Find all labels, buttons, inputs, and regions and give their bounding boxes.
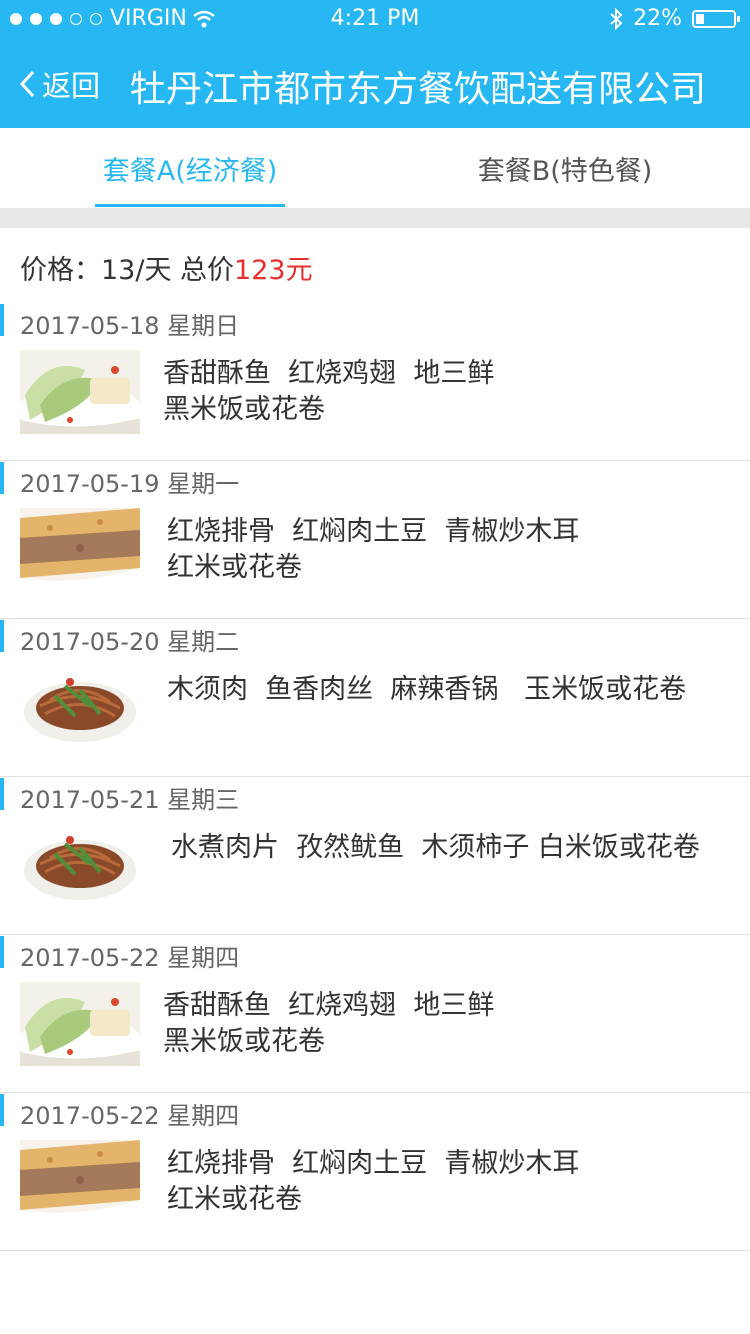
dish-image <box>20 1140 140 1224</box>
price-summary: 价格：13/天 总价123元 <box>20 248 313 287</box>
dish-list: 水煮肉片 孜然鱿鱼 木须柿子 白米饭或花卷 <box>171 830 700 866</box>
dish-line: 红米或花卷 <box>167 552 302 583</box>
date-marker <box>0 304 4 336</box>
dish-image <box>20 982 140 1066</box>
dish-list: 香甜酥鱼 红烧鸡翅 地三鲜 黑米饭或花卷 <box>163 356 494 428</box>
battery-percent: 22% <box>633 6 682 31</box>
total-price: 123元 <box>234 255 313 286</box>
menu-date: 2017-05-18 星期日 <box>20 312 240 340</box>
dish-line: 香甜酥鱼 红烧鸡翅 地三鲜 <box>163 990 495 1021</box>
dish-line: 黑米饭或花卷 <box>163 1026 325 1057</box>
status-right: 22% <box>609 6 740 31</box>
menu-day-item[interactable]: 2017-05-21 星期三 水煮肉片 孜然鱿鱼 木须柿子 白米饭或花卷 <box>0 776 750 935</box>
status-bar: VIRGIN 4:21 PM 22% <box>0 0 750 40</box>
date-marker <box>0 1094 4 1126</box>
dish-list: 红烧排骨 红焖肉土豆 青椒炒木耳 红米或花卷 <box>167 514 579 586</box>
date-marker <box>0 778 4 810</box>
dish-line: 红米或花卷 <box>167 1184 302 1215</box>
menu-day-item[interactable]: 2017-05-20 星期二 木须肉 鱼香肉丝 麻辣香锅 玉米饭或花卷 <box>0 618 750 777</box>
bluetooth-icon <box>610 7 623 30</box>
price-label: 价格：13/天 总价 <box>20 255 235 286</box>
section-divider <box>0 208 750 228</box>
menu-day-item[interactable]: 2017-05-22 星期四 香甜酥鱼 红烧鸡翅 地三鲜 黑米饭或花卷 <box>0 934 750 1093</box>
battery-icon <box>692 9 740 28</box>
back-label: 返回 <box>42 69 101 103</box>
menu-date: 2017-05-22 星期四 <box>20 944 240 972</box>
app-header: VIRGIN 4:21 PM 22% 返回 牡丹江市都市东方餐饮配送有限公司 <box>0 0 750 128</box>
chevron-left-icon <box>19 70 35 98</box>
dish-image <box>20 508 140 592</box>
dish-line: 水煮肉片 孜然鱿鱼 木须柿子 白米饭或花卷 <box>171 832 700 863</box>
dish-line: 黑米饭或花卷 <box>163 394 325 425</box>
tab-bar: 套餐A(经济餐) 套餐B(特色餐) <box>0 128 750 208</box>
dish-list: 木须肉 鱼香肉丝 麻辣香锅 玉米饭或花卷 <box>167 672 686 708</box>
tab-package-a[interactable]: 套餐A(经济餐) <box>95 128 285 208</box>
menu-date: 2017-05-21 星期三 <box>20 786 240 814</box>
date-marker <box>0 620 4 652</box>
date-marker <box>0 936 4 968</box>
dish-image <box>20 824 140 908</box>
page-title: 牡丹江市都市东方餐饮配送有限公司 <box>130 69 707 110</box>
date-marker <box>0 462 4 494</box>
menu-date: 2017-05-19 星期一 <box>20 470 240 498</box>
dish-line: 香甜酥鱼 红烧鸡翅 地三鲜 <box>163 358 495 389</box>
dish-line: 木须肉 鱼香肉丝 麻辣香锅 玉米饭或花卷 <box>167 674 687 705</box>
tab-package-b[interactable]: 套餐B(特色餐) <box>470 128 660 208</box>
menu-day-item[interactable]: 2017-05-18 星期日 香甜酥鱼 红烧鸡翅 地三鲜 黑米饭或花卷 <box>0 302 750 461</box>
menu-day-item[interactable]: 2017-05-22 星期四 红烧排骨 红焖肉土豆 青椒炒木耳 红米或花卷 <box>0 1092 750 1251</box>
menu-date: 2017-05-20 星期二 <box>20 628 240 656</box>
active-tab-indicator <box>95 204 285 207</box>
dish-image <box>20 350 140 434</box>
menu-day-item[interactable]: 2017-05-19 星期一 红烧排骨 红焖肉土豆 青椒炒木耳 红米或花卷 <box>0 460 750 619</box>
dish-list: 香甜酥鱼 红烧鸡翅 地三鲜 黑米饭或花卷 <box>163 988 494 1060</box>
dish-list: 红烧排骨 红焖肉土豆 青椒炒木耳 红米或花卷 <box>167 1146 579 1218</box>
back-button[interactable]: 返回 <box>18 62 100 106</box>
dish-image <box>20 666 140 750</box>
menu-date: 2017-05-22 星期四 <box>20 1102 240 1130</box>
dish-line: 红烧排骨 红焖肉土豆 青椒炒木耳 <box>167 516 580 547</box>
nav-bar: 返回 牡丹江市都市东方餐饮配送有限公司 <box>0 40 750 128</box>
dish-line: 红烧排骨 红焖肉土豆 青椒炒木耳 <box>167 1148 580 1179</box>
